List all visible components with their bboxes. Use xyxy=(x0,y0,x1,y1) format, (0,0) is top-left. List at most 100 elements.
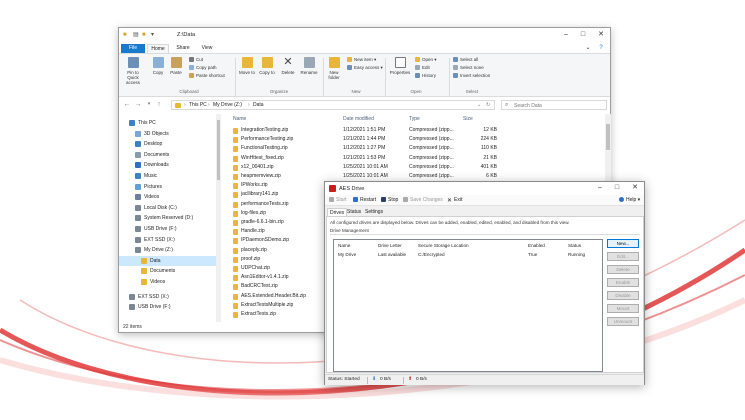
nav-item[interactable]: Desktop xyxy=(119,139,216,149)
copy-to-button[interactable]: Copy to xyxy=(259,57,275,75)
tab-settings[interactable]: Settings xyxy=(365,208,383,216)
file-row[interactable]: heapmemview.zip 1/25/2021 10:01 AM Compres… xyxy=(223,172,612,181)
cut-button[interactable]: Cut xyxy=(189,57,203,63)
nav-item[interactable]: Downloads xyxy=(119,160,216,170)
maximize-icon[interactable]: □ xyxy=(576,30,590,40)
minimize-icon[interactable]: – xyxy=(559,30,573,40)
column-header-enabled[interactable]: Enabled xyxy=(528,242,545,250)
column-header-drive-letter[interactable]: Drive Letter xyxy=(378,242,402,250)
chevron-down-icon[interactable]: ⌄ xyxy=(581,43,595,53)
tab-drives[interactable]: Drives xyxy=(327,208,348,216)
nav-item[interactable]: Videos xyxy=(119,192,216,202)
invert-selection-button[interactable]: Invert selection xyxy=(453,73,490,79)
chevron-down-icon[interactable]: ▾ xyxy=(151,32,157,38)
nav-scrollbar[interactable] xyxy=(216,114,221,322)
help-icon[interactable]: ? xyxy=(594,43,608,53)
maximize-icon[interactable]: □ xyxy=(610,183,624,193)
column-header-date[interactable]: Date modified xyxy=(343,116,374,122)
breadcrumb-this-pc[interactable]: This PC xyxy=(189,102,207,109)
nav-item[interactable]: Data xyxy=(119,255,216,266)
breadcrumb-data[interactable]: Data xyxy=(253,102,264,109)
select-all-button[interactable]: Select all xyxy=(453,57,478,63)
open-button[interactable]: Open ▾ xyxy=(415,57,437,63)
nav-item[interactable]: EXT SSD (X:) xyxy=(119,292,216,302)
scrollbar-thumb[interactable] xyxy=(217,120,220,180)
mount-drive-button[interactable]: Mount xyxy=(607,304,639,313)
edit-drive-button[interactable]: Edit... xyxy=(607,252,639,261)
drive-row[interactable]: My Drive Last available C:/Encrypted Tru… xyxy=(334,251,602,259)
paste-shortcut-button[interactable]: Paste shortcut xyxy=(189,73,225,79)
column-header-name[interactable]: Name xyxy=(338,242,350,250)
new-folder-button[interactable]: New folder xyxy=(325,57,343,80)
enable-drive-button[interactable]: Enable xyxy=(607,278,639,287)
nav-item[interactable]: Documents xyxy=(119,266,216,276)
tab-share[interactable]: Share xyxy=(173,44,193,53)
nav-item[interactable]: Local Disk (C:) xyxy=(119,203,216,213)
help-button[interactable]: Help ▾ xyxy=(619,196,640,205)
exit-button[interactable]: ✕ Exit xyxy=(447,196,462,205)
disable-drive-button[interactable]: Disable xyxy=(607,291,639,300)
search-box[interactable]: ⌕ xyxy=(501,100,607,110)
address-bar[interactable]: › This PC › My Drive (Z:) › Data ⌄ ↻ xyxy=(171,100,495,110)
file-row[interactable]: PerformanceTesting.zip 1/21/2021 1:44 PM C… xyxy=(223,135,612,144)
copy-path-button[interactable]: Copy path xyxy=(189,65,217,71)
nav-item[interactable]: USB Drive (F:) xyxy=(119,302,216,312)
search-input[interactable] xyxy=(514,102,604,109)
chevron-down-icon[interactable]: ⌄ xyxy=(477,102,481,109)
select-none-button[interactable]: Select none xyxy=(453,65,484,71)
file-row[interactable]: x12_00401.zip 1/25/2021 10:01 AM Compresse… xyxy=(223,163,612,172)
stop-button[interactable]: Stop xyxy=(381,196,398,205)
nav-item[interactable]: This PC xyxy=(119,118,216,128)
restart-button[interactable]: Restart xyxy=(353,196,376,205)
tab-file[interactable]: File xyxy=(121,44,145,53)
history-button[interactable]: History xyxy=(415,73,436,79)
column-header-name[interactable]: Name xyxy=(233,116,246,122)
column-header-status[interactable]: Status xyxy=(568,242,581,250)
pin-quick-access-button[interactable]: Pin to Quick access xyxy=(121,57,145,85)
breadcrumb-my-drive[interactable]: My Drive (Z:) xyxy=(213,102,242,109)
up-arrow-icon[interactable]: ↑ xyxy=(155,100,163,109)
nav-item[interactable]: USB Drive (F:) xyxy=(119,224,216,234)
tab-view[interactable]: View xyxy=(197,44,217,53)
move-to-button[interactable]: Move to xyxy=(239,57,255,75)
forward-arrow-icon[interactable]: → xyxy=(134,100,142,109)
minimize-icon[interactable]: – xyxy=(593,183,607,193)
unmount-drive-button[interactable]: Unmount xyxy=(607,317,639,326)
tab-status[interactable]: Status xyxy=(347,208,361,216)
back-arrow-icon[interactable]: ← xyxy=(123,100,131,109)
rename-button[interactable]: Rename xyxy=(300,57,318,75)
nav-item[interactable]: 3D Objects xyxy=(119,129,216,139)
refresh-icon[interactable]: ↻ xyxy=(486,102,490,109)
column-header-type[interactable]: Type xyxy=(409,116,420,122)
nav-item[interactable]: Pictures xyxy=(119,182,216,192)
properties-icon[interactable]: ▤ xyxy=(133,32,139,38)
nav-item[interactable]: EXT SSD (X:) xyxy=(119,235,216,245)
edit-button[interactable]: Edit xyxy=(415,65,430,71)
nav-item[interactable]: System Reserved (D:) xyxy=(119,213,216,223)
chevron-down-icon[interactable]: ▾ xyxy=(145,100,153,109)
new-drive-button[interactable]: New... xyxy=(607,239,639,248)
nav-item[interactable]: My Drive (Z:) xyxy=(119,245,216,255)
easy-access-button[interactable]: Easy access ▾ xyxy=(347,65,383,71)
close-icon[interactable]: ✕ xyxy=(594,30,608,40)
save-changes-button[interactable]: Save Changes xyxy=(403,196,443,205)
file-row[interactable]: WinHttest_fixed.zip 1/21/2021 1:53 PM Comp… xyxy=(223,154,612,163)
file-row[interactable]: FunctionalTesting.zip 1/12/2021 1:27 PM Co… xyxy=(223,144,612,153)
column-header-location[interactable]: Secure Storage Location xyxy=(418,242,469,250)
nav-item[interactable]: Documents xyxy=(119,150,216,160)
tab-home[interactable]: Home xyxy=(147,44,169,53)
paste-button[interactable]: Paste xyxy=(169,57,183,75)
start-button[interactable]: Start xyxy=(329,196,347,205)
delete-button[interactable]: ✕ Delete xyxy=(280,57,296,76)
properties-button[interactable]: Properties xyxy=(389,57,411,75)
scrollbar-thumb[interactable] xyxy=(606,124,610,150)
new-item-button[interactable]: New item ▾ xyxy=(347,57,376,63)
nav-item[interactable]: Music xyxy=(119,171,216,181)
nav-item[interactable]: Videos xyxy=(119,277,216,287)
close-icon[interactable]: ✕ xyxy=(628,183,642,193)
delete-drive-button[interactable]: Delete xyxy=(607,265,639,274)
column-header-size[interactable]: Size xyxy=(463,116,473,122)
new-folder-icon[interactable]: ■ xyxy=(142,32,148,38)
file-row[interactable]: IntegrationTesting.zip 1/12/2021 1:51 PM C… xyxy=(223,126,612,135)
copy-button[interactable]: Copy xyxy=(151,57,165,75)
